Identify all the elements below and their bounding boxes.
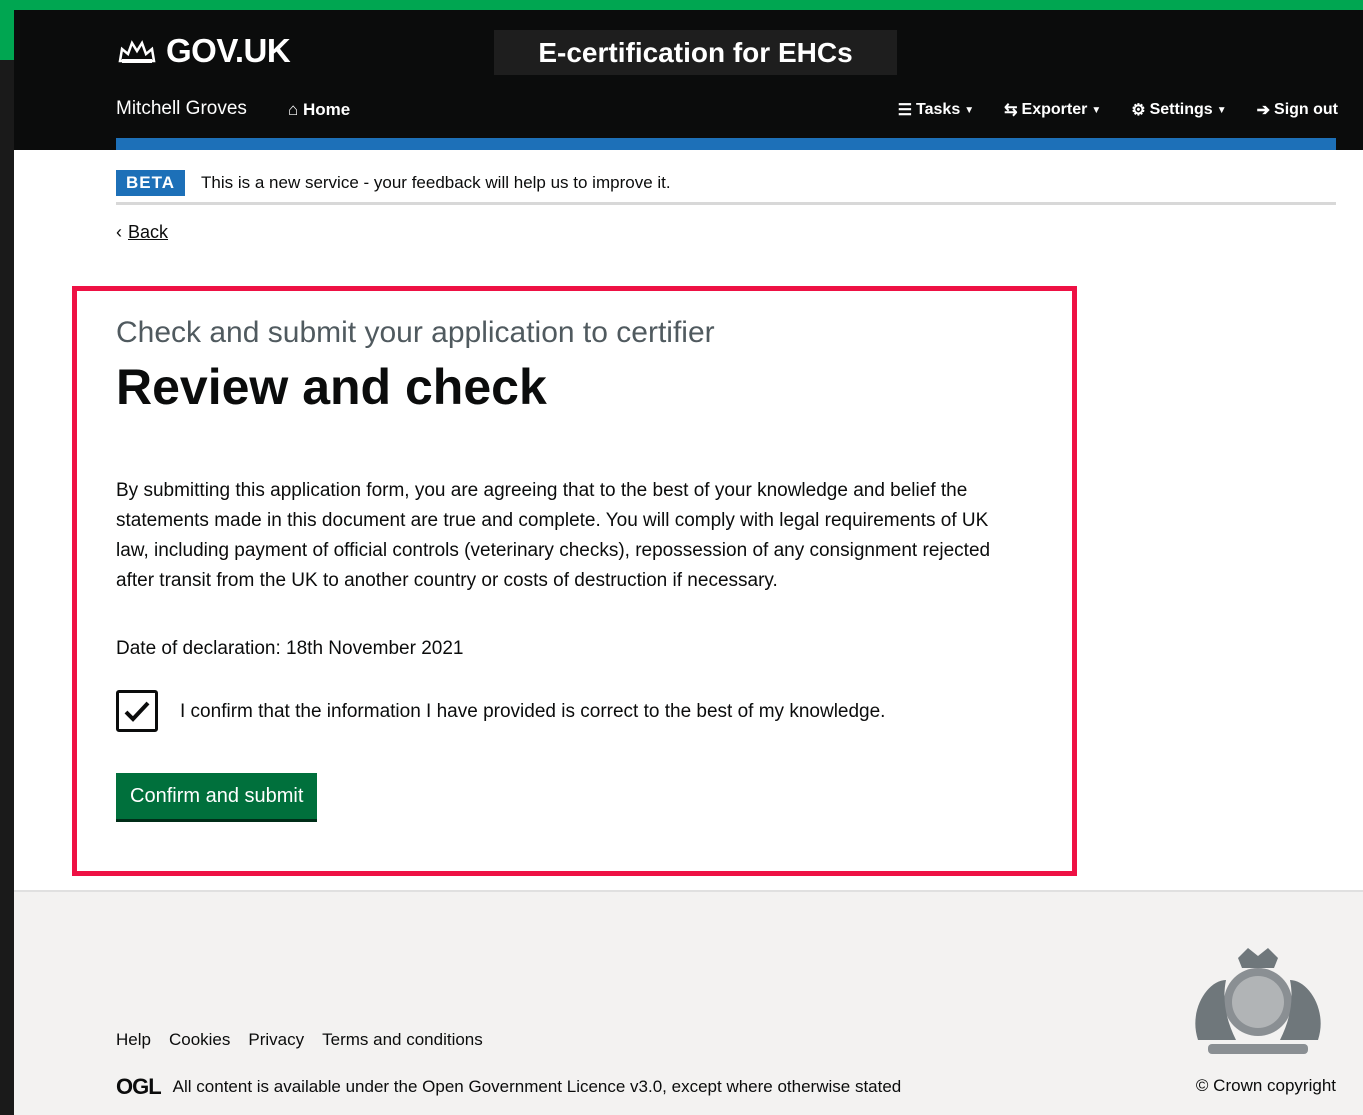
page-title: Review and check (116, 359, 547, 415)
header-nav: ☰ Tasks ▼ ⇆ Exporter ▼ ⚙ Settings ▼ ➔ Si… (898, 100, 1338, 120)
site-header: GOV.UK E-certification for EHCs Mitchell… (14, 10, 1363, 138)
main-content: BETA This is a new service - your feedba… (14, 150, 1363, 890)
footer-link-help[interactable]: Help (116, 1030, 151, 1050)
nav-settings-label: Settings (1149, 101, 1213, 118)
confirm-checkbox-label[interactable]: I confirm that the information I have pr… (180, 701, 885, 723)
nav-exporter-label: Exporter (1021, 101, 1088, 118)
ogl-logo: OGL (116, 1074, 162, 1099)
caret-down-icon: ▼ (1216, 104, 1227, 116)
home-icon: ⌂ (288, 100, 299, 119)
licence-row: OGL All content is available under the O… (116, 1074, 901, 1100)
user-name: Mitchell Groves (116, 98, 247, 119)
footer-links: Help Cookies Privacy Terms and condition… (116, 1030, 483, 1050)
nav-tasks[interactable]: ☰ Tasks ▼ (898, 100, 974, 120)
govuk-logo-link[interactable]: GOV.UK (116, 32, 291, 70)
footer-link-cookies[interactable]: Cookies (169, 1030, 230, 1050)
nav-sign-out[interactable]: ➔ Sign out (1257, 100, 1338, 120)
beta-text: This is a new service - your feedback wi… (201, 173, 671, 192)
footer-link-privacy[interactable]: Privacy (248, 1030, 304, 1050)
caret-down-icon: ▼ (1091, 104, 1102, 116)
home-label: Home (303, 100, 351, 119)
swap-icon: ⇆ (1004, 102, 1018, 119)
header-blue-bar (116, 138, 1336, 150)
home-link[interactable]: ⌂ Home (288, 100, 350, 120)
back-link-container: ‹ Back (116, 222, 168, 243)
back-link[interactable]: Back (128, 222, 168, 243)
nav-exporter[interactable]: ⇆ Exporter ▼ (1004, 100, 1101, 120)
checkmark-icon (124, 701, 150, 722)
page-caption: Check and submit your application to cer… (116, 316, 715, 349)
site-footer: Help Cookies Privacy Terms and condition… (14, 890, 1363, 1115)
caret-down-icon: ▼ (964, 104, 975, 116)
confirm-and-submit-button[interactable]: Confirm and submit (116, 773, 318, 819)
declaration-text: By submitting this application form, you… (116, 480, 991, 591)
beta-tag: BETA (116, 170, 186, 196)
service-name: E-certification for EHCs (494, 30, 897, 75)
crown-copyright-link[interactable]: © Crown copyright (1196, 1076, 1336, 1096)
sign-out-icon: ➔ (1256, 102, 1271, 119)
crown-icon (118, 40, 156, 63)
green-accent-tab (0, 0, 14, 60)
phase-banner: BETA This is a new service - your feedba… (116, 164, 1336, 205)
gear-icon: ⚙ (1131, 102, 1146, 119)
logo-text: GOV.UK (166, 32, 291, 69)
footer-link-terms[interactable]: Terms and conditions (322, 1030, 483, 1050)
licence-text[interactable]: All content is available under the Open … (173, 1077, 902, 1097)
confirm-checkbox[interactable] (116, 690, 158, 732)
declaration-date: Date of declaration: 18th November 2021 (116, 638, 464, 659)
list-icon: ☰ (897, 102, 913, 119)
chevron-left-icon: ‹ (116, 222, 122, 242)
green-accent-bar (0, 0, 1363, 10)
nav-settings[interactable]: ⚙ Settings ▼ (1131, 100, 1226, 120)
royal-coat-of-arms-icon (1195, 948, 1321, 1054)
browser-frame: GOV.UK E-certification for EHCs Mitchell… (14, 10, 1363, 1115)
nav-tasks-label: Tasks (916, 101, 961, 118)
nav-sign-out-label: Sign out (1274, 101, 1338, 118)
